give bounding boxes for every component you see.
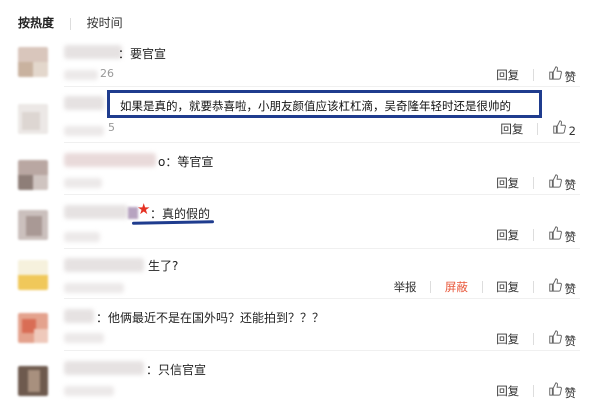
comment-actions: 举报 屏蔽 回复 赞 xyxy=(394,278,576,297)
like-button[interactable]: 赞 xyxy=(548,278,577,297)
reply-button[interactable]: 回复 xyxy=(496,175,519,191)
avatar[interactable] xyxy=(18,210,48,240)
reply-button[interactable]: 回复 xyxy=(496,67,519,83)
comment-text: ：他俩最近不是在国外吗？还能拍到？？？ xyxy=(96,311,325,325)
comment-actions: 回复 2 xyxy=(500,120,576,138)
username-blurred xyxy=(64,96,104,110)
username-blurred xyxy=(64,361,144,375)
username-blurred xyxy=(64,153,156,167)
comment-text: o：等官宣 xyxy=(158,155,214,169)
comment-text: ：真的假的 xyxy=(150,207,211,221)
like-button[interactable]: 赞 xyxy=(548,382,577,401)
report-button[interactable]: 举报 xyxy=(394,279,417,295)
reply-button[interactable]: 回复 xyxy=(496,279,519,295)
comment-text: ：要官宣 xyxy=(118,47,167,61)
comment-divider xyxy=(64,194,580,195)
like-button[interactable]: 2 xyxy=(552,120,576,138)
thumbs-up-icon xyxy=(548,226,562,240)
reply-button[interactable]: 回复 xyxy=(496,227,519,243)
like-button[interactable]: 赞 xyxy=(548,226,577,245)
comment-text: ：只信官宣 xyxy=(146,363,207,377)
like-label: 赞 xyxy=(564,229,577,244)
action-divider xyxy=(481,281,483,294)
timestamp-blurred xyxy=(64,232,100,242)
comment-divider xyxy=(64,86,580,87)
avatar[interactable] xyxy=(18,313,48,343)
comment-divider xyxy=(64,248,580,249)
thumbs-up-icon xyxy=(548,278,562,292)
highlight-underline xyxy=(131,220,215,225)
timestamp-blurred xyxy=(64,178,102,188)
like-count: 2 xyxy=(568,123,576,138)
comment-divider xyxy=(64,142,580,143)
comment-actions: 回复 赞 xyxy=(496,226,576,245)
like-button[interactable]: 赞 xyxy=(548,66,577,85)
tab-hot[interactable]: 按热度 xyxy=(18,14,54,31)
action-divider xyxy=(532,333,534,346)
username-blurred xyxy=(64,205,128,219)
action-divider xyxy=(537,122,539,135)
username-blurred xyxy=(64,45,122,59)
highlight-box: 如果是真的，就要恭喜啦，小朋友颜值应该杠杠滴，吴奇隆年轻时还是很帅的 xyxy=(107,90,542,118)
like-label: 赞 xyxy=(564,281,577,296)
timestamp-blurred xyxy=(64,333,104,343)
username-blurred xyxy=(64,309,94,323)
reply-button[interactable]: 回复 xyxy=(496,331,519,347)
comment-text: 生了? xyxy=(148,259,179,273)
block-button[interactable]: 屏蔽 xyxy=(445,279,468,295)
action-divider xyxy=(532,69,534,82)
avatar[interactable] xyxy=(18,104,48,134)
timestamp-blurred xyxy=(64,126,104,136)
action-divider xyxy=(532,385,534,398)
comment-divider xyxy=(64,298,580,299)
action-divider xyxy=(532,229,534,242)
avatar[interactable] xyxy=(18,366,48,396)
star-icon: ★ xyxy=(137,200,151,218)
reply-button[interactable]: 回复 xyxy=(500,121,523,137)
like-label: 赞 xyxy=(564,385,577,400)
reply-button[interactable]: 回复 xyxy=(496,383,519,399)
timestamp-blurred xyxy=(64,70,98,80)
sort-tabs: 按热度 按时间 xyxy=(18,14,123,31)
action-divider xyxy=(430,281,432,294)
timestamp-blurred xyxy=(64,386,114,396)
like-button[interactable]: 赞 xyxy=(548,330,577,349)
thumbs-up-icon xyxy=(548,382,562,396)
thumbs-up-icon xyxy=(548,66,562,80)
like-label: 赞 xyxy=(564,333,577,348)
timestamp-blurred xyxy=(64,283,124,293)
timestamp-fragment: 26 xyxy=(100,67,114,80)
like-label: 赞 xyxy=(564,177,577,192)
comment-actions: 回复 赞 xyxy=(496,382,576,401)
comment-divider xyxy=(64,350,580,351)
avatar[interactable] xyxy=(18,260,48,290)
thumbs-up-icon xyxy=(552,120,566,134)
avatar[interactable] xyxy=(18,160,48,190)
username-blurred xyxy=(64,258,144,272)
timestamp-fragment: 5 xyxy=(108,121,115,134)
action-divider xyxy=(532,281,534,294)
tab-time[interactable]: 按时间 xyxy=(87,14,123,31)
like-label: 赞 xyxy=(564,69,577,84)
comment-actions: 回复 赞 xyxy=(496,66,576,85)
comment-actions: 回复 赞 xyxy=(496,174,576,193)
avatar[interactable] xyxy=(18,47,48,77)
action-divider xyxy=(532,177,534,190)
comment-text: 如果是真的，就要恭喜啦，小朋友颜值应该杠杠滴，吴奇隆年轻时还是很帅的 xyxy=(120,99,511,113)
tab-divider xyxy=(69,17,71,30)
comment-actions: 回复 赞 xyxy=(496,330,576,349)
like-button[interactable]: 赞 xyxy=(548,174,577,193)
thumbs-up-icon xyxy=(548,330,562,344)
thumbs-up-icon xyxy=(548,174,562,188)
